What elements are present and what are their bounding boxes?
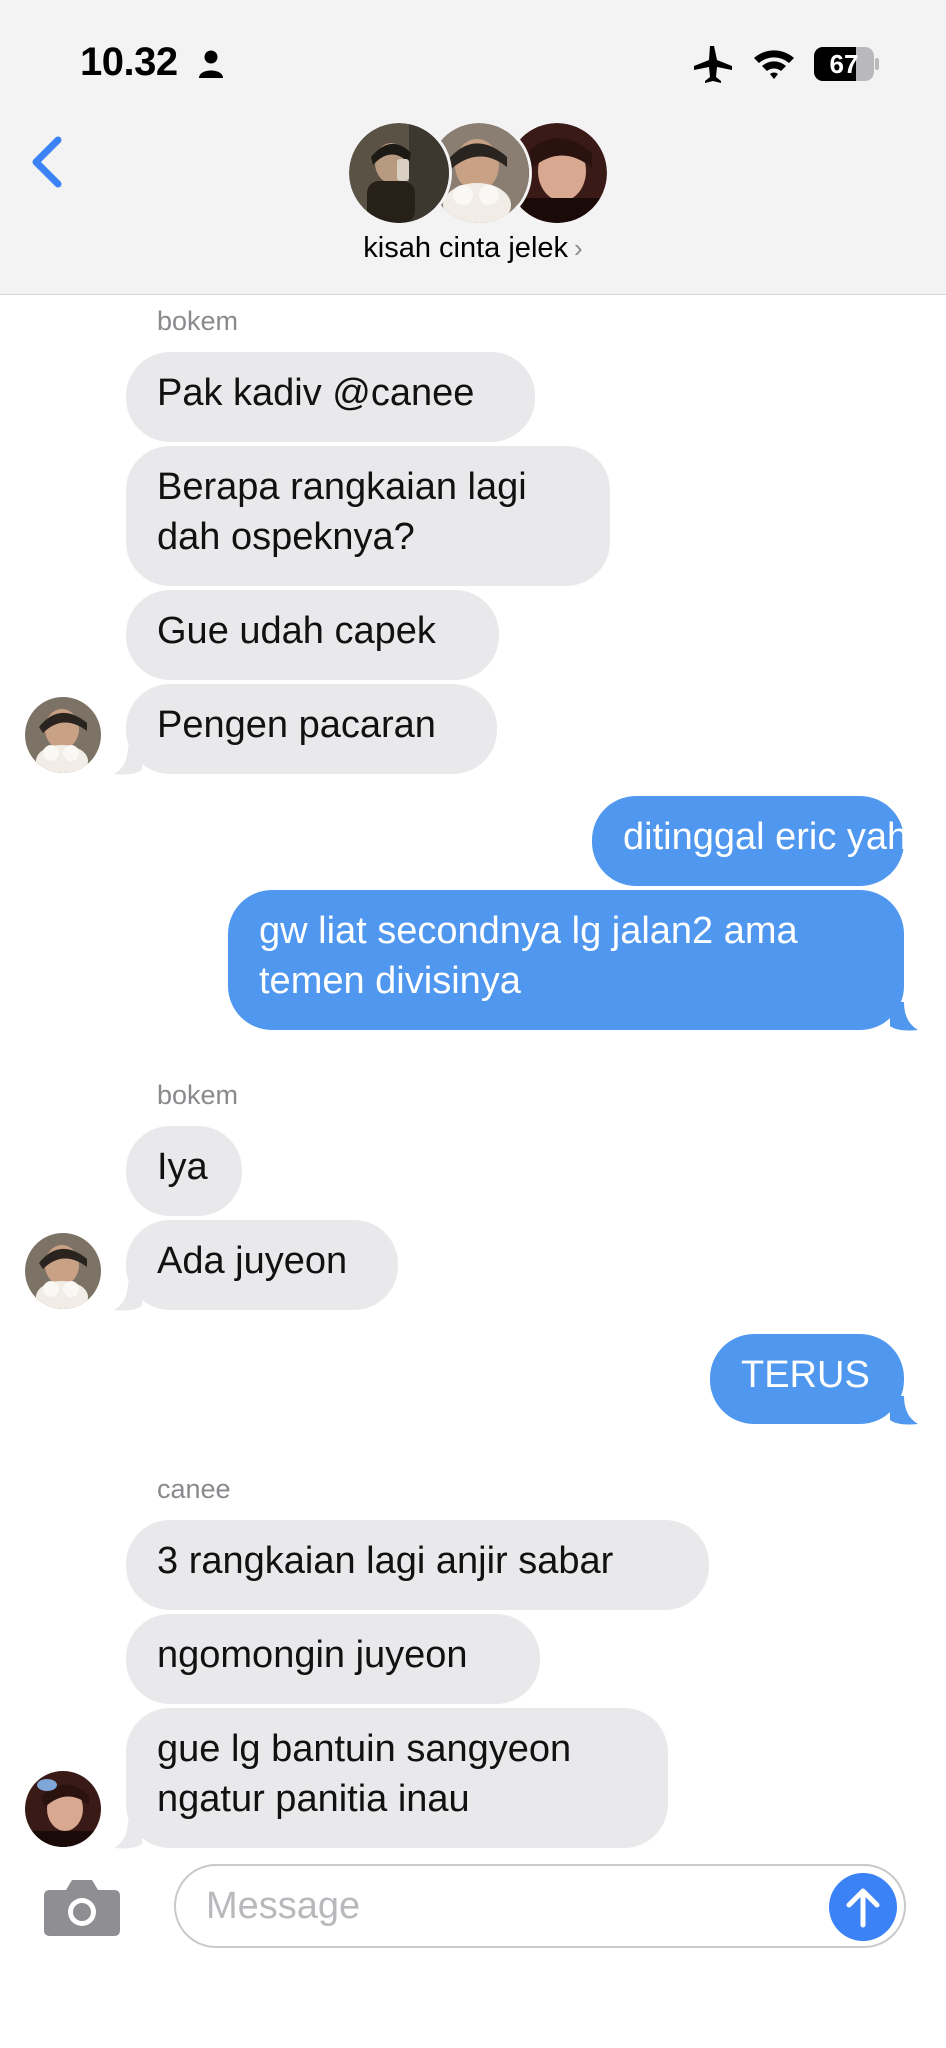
outgoing-message[interactable]: TERUS (710, 1334, 904, 1424)
message-text: Pengen pacaran (157, 704, 436, 746)
message-text: temen divisinya (259, 960, 521, 1002)
message-text: gw liat secondnya lg jalan2 ama (259, 910, 798, 952)
sender-name: bokem (157, 1080, 239, 1110)
message-text: ngatur panitia inau (157, 1778, 470, 1820)
person-icon (199, 50, 223, 78)
message-text: Ada juyeon (157, 1240, 348, 1282)
airplane-icon (694, 46, 732, 83)
outgoing-message[interactable]: gw liat secondnya lg jalan2 ama temen di… (228, 890, 904, 1030)
incoming-message[interactable]: ngomongin juyeon (126, 1614, 540, 1704)
message-composer (0, 1848, 946, 1958)
bubble-tail (114, 1282, 142, 1311)
incoming-message[interactable]: Pak kadiv @canee (126, 352, 535, 442)
incoming-message[interactable]: Ada juyeon (126, 1220, 398, 1310)
group-name: kisah cinta jelek (363, 232, 569, 264)
battery-level: 67 (829, 49, 859, 79)
bubble-tail (890, 1396, 918, 1425)
message-text: gue lg bantuin sangyeon (157, 1728, 572, 1770)
message-text: dah ospeknya? (157, 516, 415, 558)
message-text: Gue udah capek (157, 610, 436, 652)
incoming-message[interactable]: Iya (126, 1126, 242, 1216)
battery-indicator: 67 (814, 47, 880, 81)
incoming-message[interactable]: 3 rangkaian lagi anjir sabar (126, 1520, 709, 1610)
sender-avatar[interactable] (25, 1771, 101, 1847)
camera-icon[interactable] (42, 1876, 122, 1938)
arrow-up-icon (846, 1888, 880, 1928)
message-text: ditinggal eric yah (623, 816, 909, 858)
incoming-message[interactable]: gue lg bantuin sangyeon ngatur panitia i… (126, 1708, 668, 1848)
incoming-message[interactable]: Gue udah capek (126, 590, 499, 680)
bubble-tail (890, 1002, 918, 1031)
conversation-header: kisah cinta jelek › (0, 110, 946, 295)
bubble-tail (114, 1820, 142, 1849)
sender-avatar[interactable] (25, 697, 101, 773)
message-text: Pak kadiv @canee (157, 372, 475, 414)
sender-name: canee (157, 1474, 231, 1504)
group-avatar-1 (346, 120, 452, 226)
status-bar: 10.32 67 (0, 0, 946, 110)
message-text: Iya (157, 1146, 208, 1188)
chevron-right-icon: › (574, 233, 583, 263)
send-button[interactable] (829, 1873, 897, 1941)
bubble-tail (114, 746, 142, 775)
group-avatars[interactable] (346, 120, 610, 226)
incoming-message[interactable]: Berapa rangkaian lagi dah ospeknya? (126, 446, 610, 586)
message-text: Berapa rangkaian lagi (157, 466, 527, 508)
sender-avatar[interactable] (25, 1233, 101, 1309)
back-chevron-icon[interactable] (28, 132, 68, 192)
message-input[interactable] (174, 1864, 906, 1948)
group-title[interactable]: kisah cinta jelek › (0, 232, 946, 265)
message-text: ngomongin juyeon (157, 1634, 468, 1676)
outgoing-message[interactable]: ditinggal eric yah (592, 796, 908, 886)
wifi-icon (754, 50, 794, 79)
message-text: 3 rangkaian lagi anjir sabar (157, 1540, 614, 1582)
message-text: TERUS (741, 1354, 870, 1396)
status-time: 10.32 (80, 40, 178, 84)
incoming-message[interactable]: Pengen pacaran (126, 684, 497, 774)
sender-name: bokem (157, 306, 239, 336)
